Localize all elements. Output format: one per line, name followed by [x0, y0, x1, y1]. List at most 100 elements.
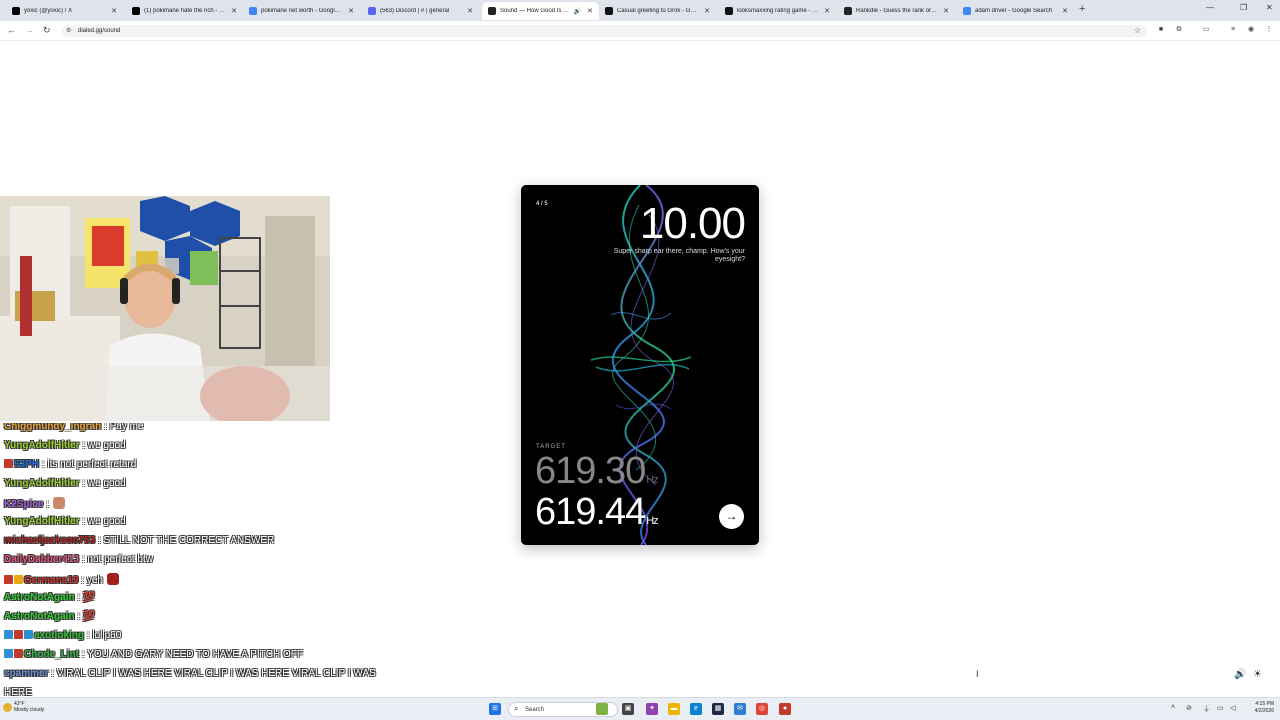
start-button-icon[interactable]: ⊞	[489, 703, 501, 715]
search-placeholder: Search	[525, 706, 545, 713]
chat-badge-icon	[14, 575, 23, 584]
clock-time: 4:15 PM	[1255, 701, 1274, 707]
chat-username[interactable]: AstroNotAgain	[4, 611, 75, 622]
browser-tab-bar: yoxic (@yoxic) / X ✕ (1) pokimane hate the…	[0, 0, 1280, 21]
browser-menu-icon[interactable]: ⋮	[1265, 26, 1273, 34]
network-icon[interactable]: ▭	[1217, 704, 1224, 712]
copilot-icon[interactable]: ✦	[646, 703, 658, 715]
chat-message: Germans19 : yeh	[4, 573, 119, 586]
sidebar-icon[interactable]: ▭	[1202, 26, 1210, 34]
chat-message: AstroNotAgain : 💯	[4, 592, 95, 603]
close-tab-icon[interactable]: ✕	[587, 7, 593, 15]
new-tab-button[interactable]: +	[1079, 3, 1085, 15]
chat-username[interactable]: DailyDabber413	[4, 554, 79, 565]
weather-widget[interactable]: 43°F Mostly cloudy	[14, 701, 44, 713]
close-tab-icon[interactable]: ✕	[348, 7, 354, 15]
url-text: dialed.gg/sound	[78, 28, 121, 34]
chat-username[interactable]: YungAdolfHitler	[4, 478, 80, 489]
chat-message: spammer : VIRAL CLIP I WAS HERE VIRAL CL…	[4, 668, 376, 679]
close-window-button[interactable]: ✕	[1266, 3, 1273, 12]
file-explorer-icon[interactable]: ▬	[668, 703, 680, 715]
target-unit: Hz	[646, 474, 658, 486]
chat-username[interactable]: michaeljackson753	[4, 535, 95, 546]
x-logo-icon	[132, 7, 140, 15]
windows-taskbar: 43°F Mostly cloudy ⊞ ⌕ Search ▣ ✦ ▬ e ▦ …	[0, 697, 1280, 720]
notification-mute-icon[interactable]: ⊘	[1186, 704, 1192, 712]
system-clock[interactable]: 4:15 PM 4/2/2026	[1244, 701, 1274, 715]
chat-text: : 💯	[77, 592, 96, 603]
maximize-button[interactable]: ❐	[1240, 3, 1247, 12]
browser-tab[interactable]: Sound — How Good Is You 🔊 ✕	[482, 2, 599, 20]
close-tab-icon[interactable]: ✕	[467, 7, 473, 15]
address-bar-row: ← → ↻ ⚙ dialed.gg/sound ☆	[0, 21, 1280, 41]
close-tab-icon[interactable]: ✕	[824, 7, 830, 15]
profile-avatar-icon[interactable]: ◉	[1247, 26, 1255, 34]
browser-tab[interactable]: looksmaxxing rating game - Gr ✕	[719, 2, 836, 20]
browser-tab[interactable]: (563) Discord | # | general ✕	[362, 2, 479, 20]
google-g-icon	[249, 7, 257, 15]
theme-toggle-icon[interactable]: ☀	[1253, 669, 1262, 680]
guess-frequency-value: 619.44	[535, 491, 646, 533]
close-tab-icon[interactable]: ✕	[704, 7, 710, 15]
chat-username[interactable]: spammer	[4, 668, 48, 679]
browser-tab[interactable]: pokimane net worth - Google S ✕	[243, 2, 360, 20]
url-field[interactable]: ⚙ dialed.gg/sound ☆	[62, 25, 1147, 37]
app-icon[interactable]: ▦	[712, 703, 724, 715]
dialed-logo-icon	[488, 7, 496, 15]
close-tab-icon[interactable]: ✕	[111, 7, 117, 15]
chat-text: : YOU AND GARY NEED TO HAVE A PITCH OFF	[81, 649, 303, 660]
mail-icon[interactable]: ✉	[734, 703, 746, 715]
extensions-puzzle-icon[interactable]: ⧉	[1175, 26, 1183, 34]
chat-text: : its not perfect retard	[41, 459, 137, 470]
bookmark-star-icon[interactable]: ☆	[1134, 26, 1141, 35]
chat-username[interactable]: exotioking	[34, 630, 84, 641]
chat-text: : VIRAL CLIP I WAS HERE VIRAL CLIP I WAS…	[51, 668, 376, 679]
volume-icon[interactable]: ◁	[1230, 704, 1235, 712]
browser-tab[interactable]: yoxic (@yoxic) / X ✕	[6, 2, 123, 20]
browser-tab[interactable]: Rankdle - Guess the rank or gu ✕	[838, 2, 955, 20]
chat-message: 53PH : its not perfect retard	[4, 459, 136, 470]
next-round-button[interactable]: →	[719, 504, 744, 529]
browser-tab[interactable]: (1) pokimane hate the rich - Se ✕	[126, 2, 243, 20]
chat-username[interactable]: 53PH	[14, 459, 39, 470]
media-control-icon[interactable]: ≡	[1229, 26, 1237, 34]
clock-date: 4/2/2026	[1254, 708, 1274, 714]
edge-browser-icon[interactable]: e	[690, 703, 702, 715]
chrome-icon[interactable]: ◎	[756, 703, 768, 715]
sound-toggle-icon[interactable]: 🔊	[1234, 669, 1246, 680]
extension-icon[interactable]: ■	[1157, 26, 1165, 34]
chat-username[interactable]: K2Spice	[4, 499, 43, 510]
site-info-icon[interactable]: ⚙	[66, 27, 71, 34]
obs-recording-icon[interactable]: ●	[779, 703, 791, 715]
chat-message: exotioking : lolip60	[4, 630, 121, 641]
chat-username[interactable]: AstroNotAgain	[4, 592, 75, 603]
forward-button[interactable]: →	[25, 25, 34, 35]
close-tab-icon[interactable]: ✕	[231, 7, 237, 15]
close-tab-icon[interactable]: ✕	[943, 7, 949, 15]
chat-badge-icon	[4, 630, 13, 639]
browser-tab[interactable]: adam driver - Google Search ✕	[957, 2, 1074, 20]
back-button[interactable]: ←	[7, 25, 16, 35]
chat-username[interactable]: YungAdolfHitler	[4, 440, 80, 451]
x-logo-icon	[12, 7, 20, 15]
chat-username[interactable]: Chode_Lint	[24, 649, 79, 660]
chat-message: Chiggmundy_Ingrah : Pay me	[4, 423, 143, 432]
chat-username[interactable]: YungAdolfHitler	[4, 516, 80, 527]
weather-desc: Mostly cloudy	[14, 707, 45, 713]
tab-title: Rankdle - Guess the rank or gu	[856, 8, 938, 14]
task-view-icon[interactable]: ▣	[622, 703, 634, 715]
minimize-button[interactable]: —	[1206, 3, 1214, 12]
chat-text: : we good	[82, 478, 126, 489]
tray-chevron-icon[interactable]: ˄	[1171, 704, 1175, 711]
usb-icon[interactable]: ⏚	[1203, 704, 1210, 714]
chat-message: YungAdolfHitler : we good	[4, 440, 126, 451]
browser-tab[interactable]: Casual greeting to Grok - Grok ✕	[599, 2, 716, 20]
chat-username[interactable]: Germans19	[24, 575, 78, 586]
target-frequency-value: 619.30	[535, 450, 646, 492]
close-tab-icon[interactable]: ✕	[1062, 7, 1068, 15]
chat-badge-icon	[14, 630, 23, 639]
chat-text: : we good	[82, 516, 126, 527]
reload-button[interactable]: ↻	[43, 25, 51, 36]
tab-audio-icon[interactable]: 🔊	[574, 8, 581, 15]
chat-username[interactable]: Chiggmundy_Ingrah	[4, 423, 101, 432]
